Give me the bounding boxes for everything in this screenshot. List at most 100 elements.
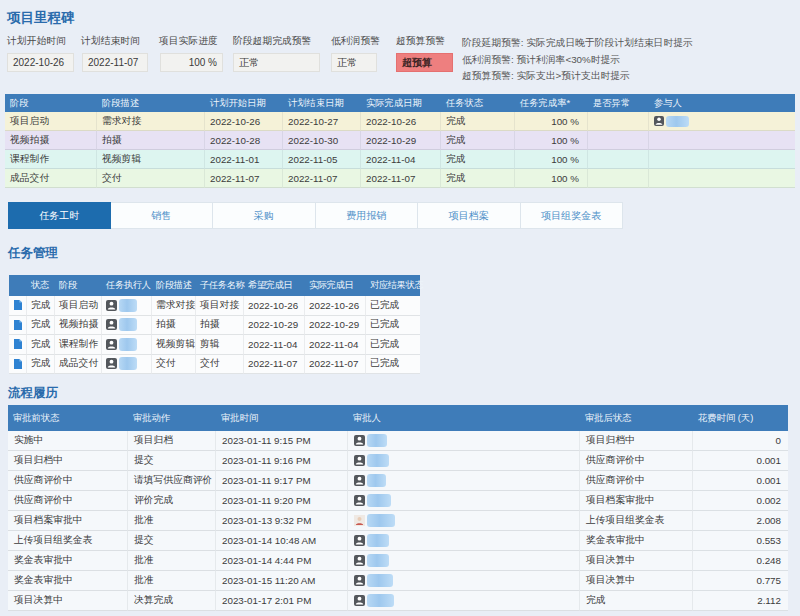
- process-col-header[interactable]: 审批动作: [128, 405, 216, 431]
- milestone-cell: 2022-11-07: [283, 169, 361, 188]
- milestone-col-header[interactable]: 任务完成率*: [515, 94, 588, 112]
- milestone-row[interactable]: 成品交付 交付 2022-11-07 2022-11-07 2022-11-07…: [5, 169, 795, 188]
- process-cell: 评价完成: [128, 491, 216, 511]
- milestone-cell: 2022-11-04: [361, 150, 441, 169]
- task-col-header[interactable]: 任务执行人: [102, 275, 152, 296]
- milestone-col-header[interactable]: 是否异常: [588, 94, 649, 112]
- redacted-name: [119, 318, 137, 331]
- field-label-4: 低利润预警: [331, 35, 380, 48]
- process-row[interactable]: 项目决算中 决算完成 2023-01-17 2:01 PM 完成 2.112: [8, 591, 788, 611]
- process-cell: 项目归档中: [580, 431, 693, 451]
- process-cell: 2023-01-15 11:20 AM: [216, 571, 348, 591]
- participants-cell: [649, 112, 795, 131]
- task-col-header[interactable]: 状态: [27, 275, 55, 296]
- process-row[interactable]: 供应商评价中 评价完成 2023-01-11 9:20 PM 项目档案审批中 0…: [8, 491, 788, 511]
- task-doc-cell[interactable]: [9, 316, 27, 336]
- process-col-header[interactable]: 审批人: [348, 405, 580, 431]
- process-cell: 实施中: [8, 431, 128, 451]
- process-cell: 0.001: [693, 451, 788, 471]
- milestone-col-header[interactable]: 计划结束日期: [283, 94, 361, 112]
- tab-5[interactable]: 项目组奖金表: [521, 202, 624, 229]
- process-col-header[interactable]: 审批前状态: [8, 405, 128, 431]
- field-value-0: 2022-10-26: [7, 53, 74, 72]
- task-cell: 项目启动: [55, 296, 102, 316]
- milestone-cell: [588, 131, 649, 150]
- task-col-header[interactable]: 阶段描述: [152, 275, 196, 296]
- tab-4[interactable]: 项目档案: [418, 202, 521, 229]
- process-cell: 供应商评价中: [580, 471, 693, 491]
- user-avatar-icon: [354, 555, 365, 566]
- task-cell: 2022-11-07: [305, 355, 366, 375]
- milestone-col-header[interactable]: 任务状态: [441, 94, 515, 112]
- redacted-name: [367, 474, 386, 487]
- process-row[interactable]: 项目归档中 提交 2023-01-11 9:16 PM 供应商评价中 0.001: [8, 451, 788, 471]
- participants-cell: [649, 150, 795, 169]
- task-doc-cell[interactable]: [9, 335, 27, 355]
- process-cell: 2023-01-11 9:16 PM: [216, 451, 348, 471]
- tab-0[interactable]: 任务工时: [8, 202, 111, 229]
- milestone-col-header[interactable]: 阶段: [5, 94, 97, 112]
- tab-3[interactable]: 费用报销: [316, 202, 419, 229]
- task-doc-cell[interactable]: [9, 296, 27, 316]
- task-row[interactable]: 完成 成品交付 交付 交付 2022-11-07 2022-11-07 已完成: [9, 355, 420, 375]
- task-cell: 项目对接: [196, 296, 244, 316]
- process-col-header[interactable]: 审批时间: [216, 405, 348, 431]
- task-row[interactable]: 完成 课程制作 视频剪辑 剪辑 2022-11-04 2022-11-04 已完…: [9, 335, 420, 355]
- process-cell: 奖金表审批中: [580, 531, 693, 551]
- task-cell: 2022-11-07: [244, 355, 305, 375]
- task-cell: 2022-10-29: [244, 316, 305, 336]
- process-row[interactable]: 实施中 项目归档 2023-01-11 9:15 PM 项目归档中 0: [8, 431, 788, 451]
- redacted-name: [367, 514, 395, 527]
- milestone-cell: 100 %: [515, 150, 588, 169]
- task-col-header[interactable]: 实际完成日: [305, 275, 366, 296]
- milestone-cell: 视频剪辑: [97, 150, 205, 169]
- task-cell: 成品交付: [55, 355, 102, 375]
- approver-cell: [348, 531, 580, 551]
- milestone-cell: 完成: [441, 150, 515, 169]
- tab-2[interactable]: 采购: [213, 202, 316, 229]
- milestone-col-header[interactable]: 参与人: [649, 94, 795, 112]
- milestone-row[interactable]: 课程制作 视频剪辑 2022-11-01 2022-11-05 2022-11-…: [5, 150, 795, 169]
- process-row[interactable]: 奖金表审批中 批准 2023-01-14 4:44 PM 项目决算中 0.248: [8, 551, 788, 571]
- field-label-0: 计划开始时间: [7, 35, 66, 48]
- task-doc-cell[interactable]: [9, 355, 27, 375]
- task-row[interactable]: 完成 项目启动 需求对接 项目对接 2022-10-26 2022-10-26 …: [9, 296, 420, 316]
- process-cell: 供应商评价中: [580, 451, 693, 471]
- process-cell: 2023-01-11 9:15 PM: [216, 431, 348, 451]
- milestone-cell: 100 %: [515, 169, 588, 188]
- process-row[interactable]: 奖金表审批中 批准 2023-01-15 11:20 AM 项目决算中 0.77…: [8, 571, 788, 591]
- participants-cell: [649, 131, 795, 150]
- field-value-3: 正常: [233, 53, 320, 72]
- process-col-header[interactable]: 审批后状态: [580, 405, 693, 431]
- milestone-row[interactable]: 项目启动 需求对接 2022-10-26 2022-10-27 2022-10-…: [5, 112, 795, 131]
- milestone-row[interactable]: 视频拍摄 拍摄 2022-10-28 2022-10-30 2022-10-29…: [5, 131, 795, 150]
- task-cell: 视频剪辑: [152, 335, 196, 355]
- milestone-cell: [588, 169, 649, 188]
- process-cell: 项目决算中: [580, 551, 693, 571]
- milestone-col-header[interactable]: 实际完成日期: [361, 94, 441, 112]
- task-executor-cell: [102, 335, 152, 355]
- process-row[interactable]: 上传项目组奖金表 提交 2023-01-14 10:48 AM 奖金表审批中 0…: [8, 531, 788, 551]
- tab-1[interactable]: 销售: [111, 202, 214, 229]
- task-col-header[interactable]: 对应结果状态: [366, 275, 420, 296]
- milestone-col-header[interactable]: 阶段描述: [97, 94, 205, 112]
- task-col-header[interactable]: 阶段: [55, 275, 102, 296]
- user-avatar-icon: [106, 358, 117, 369]
- process-col-header[interactable]: 花费时间 (天): [693, 405, 788, 431]
- task-col-header[interactable]: 希望完成日: [244, 275, 305, 296]
- process-cell: 0.248: [693, 551, 788, 571]
- milestone-col-header[interactable]: 计划开始日期: [205, 94, 283, 112]
- task-executor-cell: [102, 296, 152, 316]
- process-row[interactable]: 供应商评价中 请填写供应商评价 2023-01-11 9:17 PM 供应商评价…: [8, 471, 788, 491]
- user-avatar-icon: [354, 575, 365, 586]
- user-avatar-icon: [354, 595, 365, 606]
- process-cell: 0.553: [693, 531, 788, 551]
- task-col-header[interactable]: 子任务名称: [196, 275, 244, 296]
- task-row[interactable]: 完成 视频拍摄 拍摄 拍摄 2022-10-29 2022-10-29 已完成: [9, 316, 420, 336]
- process-row[interactable]: 项目档案审批中 批准 2023-01-13 9:32 PM 上传项目组奖金表 2…: [8, 511, 788, 531]
- task-cell: 2022-10-26: [305, 296, 366, 316]
- process-cell: 项目归档: [128, 431, 216, 451]
- process-cell: 上传项目组奖金表: [8, 531, 128, 551]
- process-cell: 奖金表审批中: [8, 551, 128, 571]
- milestone-cell: 2022-11-07: [361, 169, 441, 188]
